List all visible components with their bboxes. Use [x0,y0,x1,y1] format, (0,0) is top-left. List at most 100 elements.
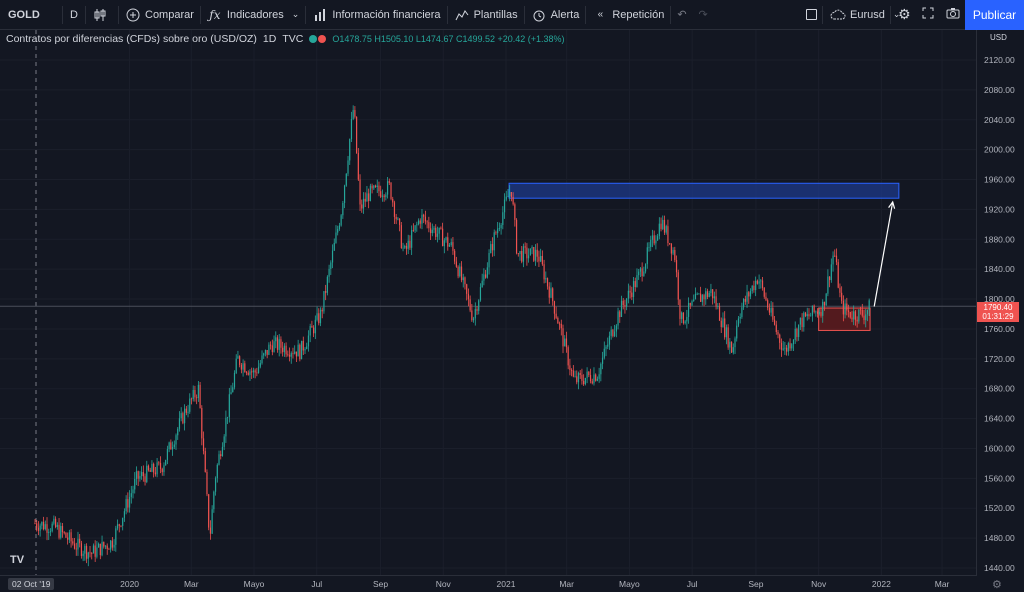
candle-down [120,525,122,527]
candle-up [787,343,789,352]
candle-down [546,278,549,287]
candle-down [424,216,427,222]
candle-up [507,196,509,198]
snapshot-button[interactable] [940,0,966,30]
time-tick-label: Mayo [619,579,640,589]
candle-up [717,306,719,307]
candle-down [292,353,294,354]
candle-up [474,309,476,319]
compare-button[interactable]: Comparar [119,0,200,30]
candle-down [773,319,776,325]
candle-down [552,288,554,302]
candle-up [233,372,236,388]
candle-down [106,545,108,549]
fullscreen-select-button[interactable] [800,0,823,30]
candle-down [159,462,162,469]
candle-up [505,196,507,200]
templates-label: Plantillas [473,8,518,21]
legend-source: TVC [282,33,304,45]
candle-down [565,338,568,348]
price-tick-label: 2000.00 [984,145,1015,155]
candle-up [811,305,814,316]
candle-up [366,193,368,202]
indicators-button[interactable]: ƒx Indicadores ⌄ [201,0,305,30]
price-chart[interactable]: 2120.00 2080.00 2040.00 2000.00 1960.00 1920.… [0,30,1024,592]
interval-button[interactable]: D [63,0,85,30]
candle-down [700,293,702,302]
candle-down [677,272,679,300]
candle-down [765,296,767,301]
candle-down [99,543,101,556]
candle-down [182,413,184,424]
candle-down [299,344,301,360]
candle-down [239,356,241,365]
candle-down [569,365,571,370]
candle-down [641,268,643,277]
candle-up [665,226,667,233]
alert-button[interactable]: Alerta [525,0,586,30]
candle-down [321,309,323,312]
candle-down [154,472,156,475]
price-tick-label: 1560.00 [984,473,1015,483]
candle-down [622,300,624,306]
candle-up [221,446,224,457]
camera-icon [946,7,960,22]
candle-up [362,198,365,209]
tradingview-logo[interactable]: TV [10,554,24,566]
candle-up [743,299,745,308]
candle-up [165,459,167,466]
symbol-search-button[interactable]: GOLD [0,0,62,30]
candle-up [498,228,500,229]
candle-down [512,196,514,205]
candle-down [423,214,425,217]
candle-down [581,374,583,381]
candle-up [729,341,731,348]
candle-up [275,337,277,342]
publish-button[interactable]: Publicar [965,0,1024,30]
candle-down [816,311,819,314]
candle-up [794,328,796,340]
candle-down [856,319,858,322]
candle-down [170,442,172,450]
chart-type-button[interactable] [86,0,118,30]
candle-up [803,312,805,328]
candle-down [254,370,256,373]
candle-up [818,312,820,314]
candle-up [163,465,165,473]
candle-down [158,462,160,464]
candle-down [400,225,402,249]
candle-up [397,218,399,220]
axis-settings-button[interactable]: ⚙ [992,578,1002,591]
candle-up [68,532,70,540]
price-tick-label: 1600.00 [984,443,1015,453]
candle-down [514,204,516,220]
candle-down [153,463,155,473]
bar-countdown: 01:31:29 [982,312,1014,321]
candle-down [390,182,392,199]
candle-down [395,216,397,220]
candle-down [127,499,129,508]
candle-down [612,329,614,337]
replay-button[interactable]: « Repetición [586,0,670,30]
fullscreen-button[interactable] [916,0,940,30]
candle-down [467,293,470,300]
candle-down [302,340,304,351]
templates-button[interactable]: Plantillas [448,0,524,30]
candle-down [137,471,139,479]
currency-badge[interactable]: USD [990,33,1007,42]
candle-down [70,532,72,542]
candle-up [223,436,225,447]
financials-button[interactable]: Información financiera [306,0,446,30]
candle-up [323,291,325,312]
settings-button[interactable]: ⚙ [892,0,917,30]
candle-down [631,292,633,298]
candle-down [67,537,69,540]
redo-button[interactable]: ↷ [693,0,714,30]
candle-down [409,240,411,248]
candle-up [328,268,330,277]
time-tick-label: Mayo [244,579,265,589]
candle-up [82,553,84,556]
candle-down [495,232,497,234]
undo-button[interactable]: ↶ [671,0,692,30]
candle-down [460,266,463,281]
